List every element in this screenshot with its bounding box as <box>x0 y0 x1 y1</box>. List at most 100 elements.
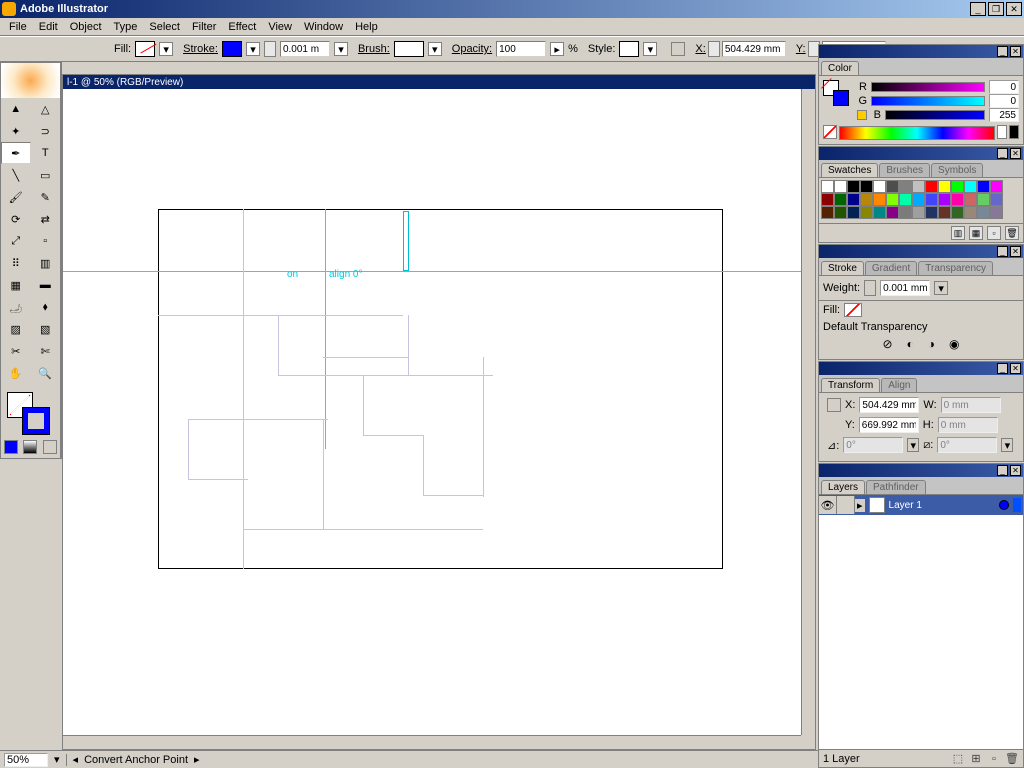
g-input[interactable] <box>989 94 1019 108</box>
graph-tool[interactable]: ▥ <box>31 252 61 274</box>
tab-gradient[interactable]: Gradient <box>865 261 917 275</box>
menu-object[interactable]: Object <box>64 20 108 34</box>
maximize-button[interactable]: ❐ <box>988 2 1004 16</box>
tab-align[interactable]: Align <box>881 378 917 392</box>
menu-help[interactable]: Help <box>349 20 384 34</box>
menu-edit[interactable]: Edit <box>33 20 64 34</box>
mesh-tool[interactable]: ▦ <box>1 274 31 296</box>
pencil-tool[interactable]: ✎ <box>31 186 61 208</box>
swatch-item[interactable] <box>938 180 951 193</box>
live-paint-tool[interactable]: ▨ <box>1 318 31 340</box>
brush-label[interactable]: Brush: <box>358 43 390 55</box>
knockout-icon[interactable]: ⊘ <box>882 337 892 351</box>
swatch-item[interactable] <box>964 206 977 219</box>
ty-input[interactable] <box>859 417 919 433</box>
swatch-item[interactable] <box>834 206 847 219</box>
panel-minimize[interactable]: _ <box>997 465 1008 476</box>
style-dropdown[interactable]: ▾ <box>643 42 657 56</box>
swatch-item[interactable] <box>977 193 990 206</box>
weight-dropdown[interactable]: ▾ <box>934 281 948 295</box>
symbol-sprayer-tool[interactable]: ⠿ <box>1 252 31 274</box>
tab-brushes[interactable]: Brushes <box>879 163 930 177</box>
color-fill-stroke[interactable] <box>823 80 851 108</box>
stroke-label[interactable]: Stroke: <box>183 43 218 55</box>
swatch-item[interactable] <box>847 206 860 219</box>
swatch-item[interactable] <box>860 206 873 219</box>
panel-close[interactable]: ✕ <box>1010 46 1021 57</box>
rotate-tool[interactable]: ⟳ <box>1 208 31 230</box>
tab-stroke[interactable]: Stroke <box>821 261 864 275</box>
g-slider[interactable] <box>871 96 985 106</box>
tab-layers[interactable]: Layers <box>821 480 865 494</box>
tab-transform[interactable]: Transform <box>821 378 880 392</box>
menu-window[interactable]: Window <box>298 20 349 34</box>
spectrum-bar[interactable] <box>839 126 995 140</box>
none-mode[interactable] <box>43 440 57 454</box>
swatch-item[interactable] <box>990 193 1003 206</box>
direct-selection-tool[interactable]: △ <box>31 98 61 120</box>
swatch-item[interactable] <box>964 193 977 206</box>
weight-stepper[interactable] <box>864 280 876 296</box>
tab-swatches[interactable]: Swatches <box>821 163 878 177</box>
swatch-item[interactable] <box>860 180 873 193</box>
swatch-item[interactable] <box>886 206 899 219</box>
lock-toggle-icon[interactable] <box>837 496 855 514</box>
swatch-item[interactable] <box>925 180 938 193</box>
swatch-item[interactable] <box>886 193 899 206</box>
swatch-item[interactable] <box>964 180 977 193</box>
stroke-dropdown[interactable]: ▾ <box>246 42 260 56</box>
hand-tool[interactable]: ✋ <box>1 362 31 384</box>
swatch-item[interactable] <box>873 206 886 219</box>
target-icon[interactable] <box>999 500 1009 510</box>
swatch-item[interactable] <box>899 180 912 193</box>
tw-input[interactable] <box>941 397 1001 413</box>
menu-type[interactable]: Type <box>108 20 144 34</box>
magic-wand-tool[interactable]: ✦ <box>1 120 31 142</box>
menu-effect[interactable]: Effect <box>222 20 262 34</box>
tab-color[interactable]: Color <box>821 61 859 75</box>
swatch-item[interactable] <box>925 193 938 206</box>
blend-tool[interactable]: ⬧ <box>31 296 61 318</box>
r-input[interactable] <box>989 80 1019 94</box>
swatch-item[interactable] <box>951 193 964 206</box>
menu-select[interactable]: Select <box>143 20 186 34</box>
panel-close[interactable]: ✕ <box>1010 363 1021 374</box>
fill-stroke-indicator[interactable] <box>1 390 60 438</box>
brush-preview[interactable] <box>394 41 424 57</box>
menu-file[interactable]: File <box>3 20 33 34</box>
minimize-button[interactable]: _ <box>970 2 986 16</box>
swatch-item[interactable] <box>951 206 964 219</box>
live-paint-select-tool[interactable]: ▧ <box>31 318 61 340</box>
zoom-tool[interactable]: 🔍 <box>31 362 61 384</box>
swatch-item[interactable] <box>886 180 899 193</box>
swatch-item[interactable] <box>847 193 860 206</box>
b-input[interactable] <box>989 108 1019 122</box>
tab-symbols[interactable]: Symbols <box>931 163 983 177</box>
make-clipping-mask-icon[interactable]: ⬚ <box>951 752 965 766</box>
reflect-tool[interactable]: ⇄ <box>31 208 61 230</box>
tx-input[interactable] <box>859 397 919 413</box>
swatch-item[interactable] <box>873 193 886 206</box>
vertical-scrollbar[interactable] <box>801 89 815 735</box>
swatch-item[interactable] <box>847 180 860 193</box>
panel-minimize[interactable]: _ <box>997 148 1008 159</box>
status-right-arrow[interactable]: ▸ <box>194 753 200 766</box>
swatch-item[interactable] <box>951 180 964 193</box>
stroke-weight-dropdown[interactable]: ▾ <box>334 42 348 56</box>
shear-input[interactable] <box>937 437 997 453</box>
style-swatch[interactable] <box>619 41 639 57</box>
swatch-item[interactable] <box>873 180 886 193</box>
pen-tool[interactable]: ✒ <box>1 142 31 164</box>
new-layer-icon[interactable]: ▫ <box>987 752 1001 766</box>
canvas[interactable]: on align 0° <box>63 89 801 735</box>
tab-transparency[interactable]: Transparency <box>918 261 993 275</box>
x-stepper[interactable] <box>708 41 720 57</box>
isolate-icon[interactable]: ◐ <box>907 337 914 351</box>
scissors-tool[interactable]: ✄ <box>31 340 61 362</box>
scale-tool[interactable]: ⤢ <box>1 230 31 252</box>
color-mode[interactable] <box>4 440 18 454</box>
panel-minimize[interactable]: _ <box>997 46 1008 57</box>
type-tool[interactable]: T <box>31 142 61 164</box>
delete-layer-icon[interactable]: 🗑 <box>1005 752 1019 766</box>
gradient-tool[interactable]: ▬ <box>31 274 61 296</box>
